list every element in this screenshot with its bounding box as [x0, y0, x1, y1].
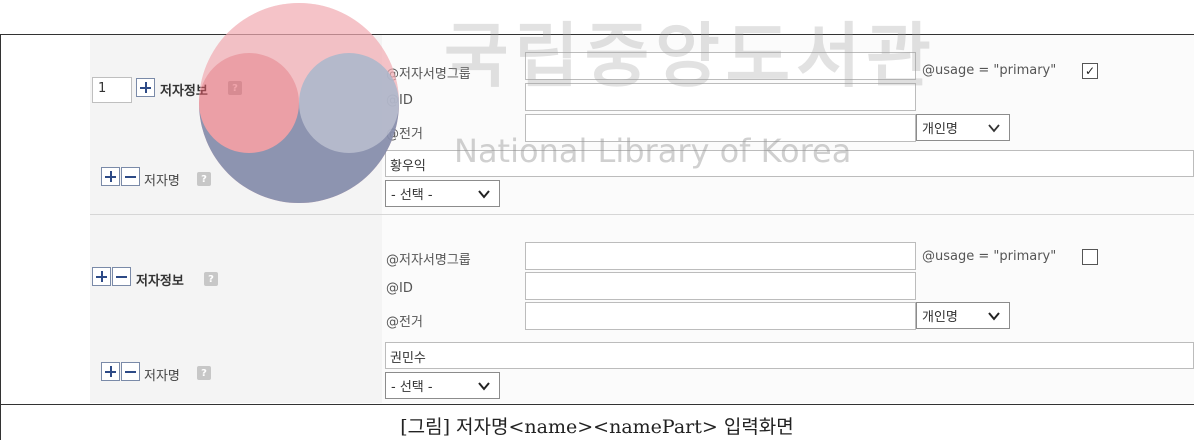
- national-library-logo-watermark: [199, 3, 399, 203]
- add-name-button-2[interactable]: [101, 362, 120, 381]
- authority-attr-label-2: @전거: [386, 315, 423, 330]
- usage-attr-label: @usage = "primary": [922, 63, 1057, 78]
- chevron-down-icon: [988, 124, 1000, 133]
- authority-type-select-2[interactable]: 개인명: [916, 302, 1010, 329]
- name-part-select-2[interactable]: - 선택 -: [385, 372, 500, 399]
- frame-left-border: [0, 34, 1, 440]
- name-group-label-2: @저자서명그룹: [386, 253, 471, 268]
- authority-type-select[interactable]: 개인명: [916, 114, 1010, 141]
- remove-name-button[interactable]: [121, 167, 140, 186]
- name-part-value-2: - 선택 -: [391, 380, 433, 395]
- add-author-button-2[interactable]: [92, 267, 111, 286]
- id-attr-label-2: @ID: [386, 281, 413, 296]
- name-part-select[interactable]: - 선택 -: [385, 180, 500, 207]
- authority-input-2[interactable]: [525, 302, 916, 330]
- usage-primary-checkbox-2[interactable]: [1082, 249, 1098, 265]
- block-separator: [90, 214, 1194, 215]
- add-name-button[interactable]: [101, 167, 120, 186]
- usage-primary-checkbox[interactable]: ✓: [1082, 63, 1098, 79]
- id-input-2[interactable]: [525, 272, 916, 300]
- name-group-input-2[interactable]: [525, 242, 916, 270]
- authority-type-value-2: 개인명: [922, 310, 958, 325]
- chevron-down-icon: [478, 190, 490, 199]
- usage-attr-label-2: @usage = "primary": [922, 249, 1057, 264]
- author-name-input-2[interactable]: 권민수: [385, 342, 1194, 369]
- watermark-subtitle: National Library of Korea: [454, 132, 852, 170]
- checkmark-icon: ✓: [1085, 64, 1096, 78]
- frame-bottom-border: [0, 404, 1194, 405]
- author-name-label: 저자명: [144, 174, 180, 189]
- author-info-label-2: 저자정보: [136, 274, 184, 289]
- authority-type-value: 개인명: [922, 122, 958, 137]
- figure-caption: [그림] 저자명<name><namePart> 입력화면: [400, 416, 794, 438]
- watermark-title: 국립중앙도서관: [444, 15, 937, 97]
- remove-name-button-2[interactable]: [121, 362, 140, 381]
- chevron-down-icon: [478, 382, 490, 391]
- author-name-label-2: 저자명: [144, 369, 180, 384]
- help-icon[interactable]: ?: [204, 272, 218, 286]
- author-count-input[interactable]: 1: [92, 77, 132, 103]
- help-icon[interactable]: ?: [197, 366, 211, 380]
- add-author-button[interactable]: [136, 78, 155, 97]
- remove-author-button[interactable]: [112, 267, 131, 286]
- chevron-down-icon: [988, 312, 1000, 321]
